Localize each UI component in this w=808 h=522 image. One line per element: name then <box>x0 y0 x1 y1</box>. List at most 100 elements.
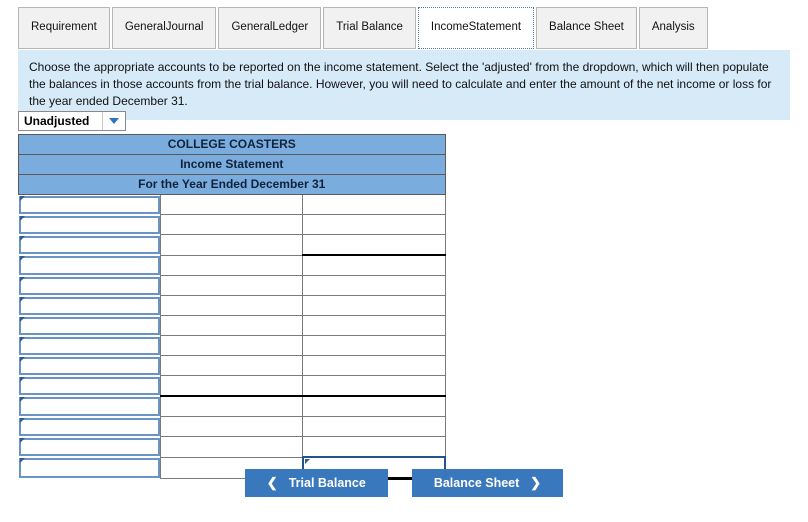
tab-label: Trial Balance <box>336 21 403 34</box>
chevron-left-icon: ❮ <box>266 475 278 490</box>
tab-label: Requirement <box>31 21 97 34</box>
amount-cell-1[interactable] <box>160 436 304 458</box>
cell-marker-icon <box>19 276 25 282</box>
amount-cell-2[interactable] <box>302 234 446 256</box>
amount-cell-2[interactable] <box>302 375 446 397</box>
next-balance-sheet-button[interactable]: Balance Sheet ❯ <box>411 469 564 497</box>
amount-cell-2[interactable] <box>302 335 446 356</box>
account-select-cell[interactable] <box>18 235 161 256</box>
statement-period: For the Year Ended December 31 <box>18 174 446 195</box>
amount-cell-1[interactable] <box>160 395 304 417</box>
tab-income-statement[interactable]: Income Statement <box>417 7 535 49</box>
tab-label: Journal <box>165 21 204 34</box>
account-select-cell[interactable] <box>18 417 161 437</box>
amount-cell-2[interactable] <box>302 254 446 276</box>
tab-label: Ledger <box>272 21 309 34</box>
account-select-input[interactable] <box>18 256 161 275</box>
tab-balance-sheet[interactable]: Balance Sheet <box>536 7 637 49</box>
account-select-cell[interactable] <box>18 437 161 458</box>
tab-requirement[interactable]: Requirement <box>18 7 110 49</box>
account-select-cell[interactable] <box>18 316 161 336</box>
instruction-banner: Choose the appropriate accounts to be re… <box>18 50 790 121</box>
cell-marker-icon <box>19 215 25 221</box>
statement-company-row: COLLEGE COASTERS <box>18 134 446 155</box>
chevron-down-icon[interactable] <box>102 112 125 130</box>
cell-marker-icon <box>19 437 25 443</box>
amount-cell-1[interactable] <box>160 275 304 296</box>
cell-marker-icon <box>19 356 25 362</box>
cell-marker-icon <box>19 196 25 201</box>
account-select-cell[interactable] <box>18 255 161 276</box>
cell-marker-icon <box>304 459 310 464</box>
account-select-cell[interactable] <box>18 336 161 356</box>
table-row <box>18 375 446 397</box>
tab-trial-balance[interactable]: Trial Balance <box>323 7 416 49</box>
tab-label: General <box>124 21 166 34</box>
next-button-label: Balance Sheet <box>433 476 520 490</box>
account-select-input[interactable] <box>18 235 161 254</box>
amount-cell-2[interactable] <box>302 395 446 417</box>
table-row <box>18 214 446 235</box>
table-row <box>18 335 446 356</box>
account-select-input[interactable] <box>18 437 161 456</box>
account-select-input[interactable] <box>18 215 161 234</box>
amount-cell-1[interactable] <box>160 214 304 235</box>
account-select-input[interactable] <box>18 276 161 295</box>
table-row <box>18 395 446 417</box>
cell-marker-icon <box>19 458 25 463</box>
account-select-input[interactable] <box>18 397 161 416</box>
cell-marker-icon <box>19 235 25 241</box>
account-select-cell[interactable] <box>18 376 161 397</box>
amount-cell-2[interactable] <box>302 416 446 437</box>
cell-marker-icon <box>19 417 25 423</box>
tab-label: Income <box>430 21 469 34</box>
account-select-cell[interactable] <box>18 296 161 316</box>
amount-cell-1[interactable] <box>160 295 304 316</box>
account-select-cell[interactable] <box>18 396 161 417</box>
amount-cell-2[interactable] <box>302 214 446 235</box>
amount-cell-1[interactable] <box>160 416 304 437</box>
statement-title-row: Income Statement <box>18 154 446 175</box>
account-select-input[interactable] <box>18 296 161 315</box>
tab-general-ledger[interactable]: General Ledger <box>218 7 322 49</box>
tab-bar: Requirement General Journal General Ledger Tr… <box>18 7 710 49</box>
amount-cell-1[interactable] <box>160 375 304 397</box>
amount-cell-2[interactable] <box>302 355 446 376</box>
table-row <box>18 416 446 437</box>
account-select-input[interactable] <box>18 196 161 214</box>
account-select-input[interactable] <box>18 316 161 335</box>
tab-analysis[interactable]: Analysis <box>638 7 708 49</box>
amount-cell-2[interactable] <box>302 436 446 458</box>
account-select-cell[interactable] <box>18 195 161 215</box>
prev-trial-balance-button[interactable]: ❮ Trial Balance <box>244 469 388 497</box>
amount-cell-1[interactable] <box>160 315 304 336</box>
amount-cell-2[interactable] <box>302 295 446 316</box>
tab-general-journal[interactable]: General Journal <box>111 7 217 49</box>
cell-marker-icon <box>19 376 25 382</box>
amount-cell-2[interactable] <box>302 194 446 215</box>
account-select-input[interactable] <box>18 376 161 395</box>
adjustment-dropdown[interactable]: Unadjusted <box>18 111 126 131</box>
amount-cell-1[interactable] <box>160 234 304 256</box>
amount-cell-1[interactable] <box>160 355 304 376</box>
amount-cell-2[interactable] <box>302 315 446 336</box>
account-select-input[interactable] <box>18 336 161 355</box>
cell-marker-icon <box>19 296 25 302</box>
cell-marker-icon <box>19 256 25 261</box>
navigation-button-row: ❮ Trial Balance Balance Sheet ❯ <box>0 469 808 497</box>
amount-cell-1[interactable] <box>160 194 304 215</box>
cell-marker-icon <box>19 316 25 322</box>
account-select-cell[interactable] <box>18 276 161 296</box>
table-row <box>18 254 446 276</box>
amount-cell-1[interactable] <box>160 335 304 356</box>
table-row <box>18 355 446 376</box>
account-select-cell[interactable] <box>18 215 161 235</box>
income-statement-body: COLLEGE COASTERS Income Statement For th… <box>18 134 446 195</box>
account-select-input[interactable] <box>18 417 161 436</box>
amount-cell-2[interactable] <box>302 275 446 296</box>
tab-label: Statement <box>468 21 522 34</box>
adjustment-dropdown-value: Unadjusted <box>24 114 90 128</box>
amount-cell-1[interactable] <box>160 254 304 276</box>
account-select-cell[interactable] <box>18 356 161 376</box>
account-select-input[interactable] <box>18 356 161 375</box>
